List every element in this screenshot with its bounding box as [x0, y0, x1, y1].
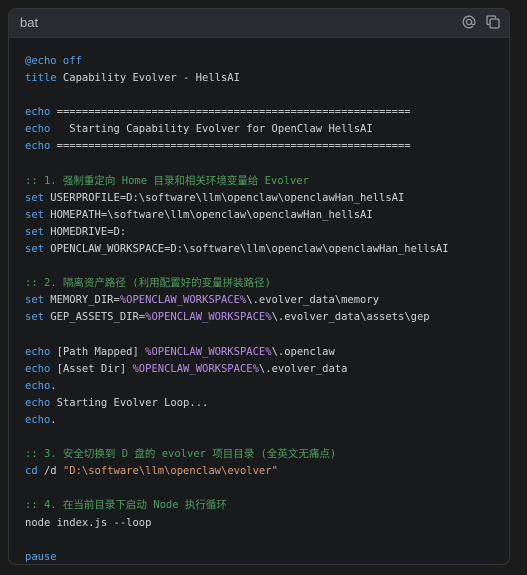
- code-token-var: %OPENCLAW_WORKSPACE%: [145, 345, 272, 358]
- code-token-cmt: :: 3. 安全切换到 D 盘的 evolver 项目目录 (全英文无痛点): [25, 448, 337, 461]
- code-line: echo.: [25, 378, 499, 395]
- code-block: bat @echo off title Capability Evolver - …: [8, 8, 510, 565]
- code-line: :: 4. 在当前目录下启动 Node 执行循环: [25, 497, 499, 514]
- code-line: :: 1. 强制重定向 Home 目录和相关环境变量给 Evolver: [25, 173, 499, 190]
- code-token-kw: echo: [25, 106, 51, 119]
- code-token-plain: HOMEPATH=\software\llm\openclaw\openclaw…: [43, 208, 373, 221]
- code-token-var: %OPENCLAW_WORKSPACE%: [145, 311, 272, 324]
- code-token-kw: title: [25, 72, 57, 85]
- code-token-cmt: :: 2. 隔离资产路径 (利用配置好的变量拼装路径): [25, 277, 271, 290]
- code-content[interactable]: @echo off title Capability Evolver - Hell…: [25, 53, 499, 564]
- code-token-kw: echo: [25, 413, 51, 426]
- code-token-kw: echo: [25, 123, 51, 136]
- copy-icon[interactable]: [485, 14, 501, 30]
- code-line: echo [Asset Dir] %OPENCLAW_WORKSPACE%\.e…: [25, 361, 499, 378]
- code-token-plain: USERPROFILE=D:\software\llm\openclaw\ope…: [43, 191, 405, 204]
- code-token-plain: Capability Evolver - HellsAI: [56, 72, 240, 85]
- code-block-actions: [461, 14, 501, 30]
- code-line: echo Starting Evolver Loop...: [25, 395, 499, 412]
- code-token-plain: .: [50, 413, 57, 426]
- code-line: :: 2. 隔离资产路径 (利用配置好的变量拼装路径): [25, 275, 499, 292]
- code-line: pause: [25, 549, 499, 564]
- code-token-plain: ========================================…: [50, 140, 411, 153]
- code-line: set MEMORY_DIR=%OPENCLAW_WORKSPACE%\.evo…: [25, 292, 499, 309]
- code-token-cmt: :: 4. 在当前目录下启动 Node 执行循环: [25, 499, 227, 512]
- code-token-str: "D:\software\llm\openclaw\evolver": [62, 465, 278, 478]
- at-sign-icon[interactable]: [461, 14, 477, 30]
- code-line: set HOMEPATH=\software\llm\openclaw\open…: [25, 207, 499, 224]
- code-token-plain: HOMEDRIVE=D:: [43, 225, 127, 238]
- code-token-kw: set: [25, 208, 44, 221]
- code-token-plain: Starting Evolver Loop...: [50, 396, 209, 409]
- code-token-plain: \.evolver_data: [258, 362, 348, 375]
- code-line: node index.js --loop: [25, 515, 499, 532]
- code-token-plain: \.evolver_data\memory: [246, 294, 380, 307]
- code-token-plain: GEP_ASSETS_DIR=: [43, 311, 146, 324]
- code-token-plain: MEMORY_DIR=: [43, 294, 120, 307]
- code-line: set GEP_ASSETS_DIR=%OPENCLAW_WORKSPACE%\…: [25, 309, 499, 326]
- code-line: echo.: [25, 412, 499, 429]
- code-line: set USERPROFILE=D:\software\llm\openclaw…: [25, 190, 499, 207]
- code-token-plain: OPENCLAW_WORKSPACE=D:\software\llm\openc…: [43, 243, 449, 256]
- code-line: set OPENCLAW_WORKSPACE=D:\software\llm\o…: [25, 241, 499, 258]
- code-token-kw: set: [25, 311, 44, 324]
- code-token-kw: set: [25, 191, 44, 204]
- code-token-kw: pause: [25, 550, 57, 563]
- code-line: @echo off: [25, 53, 499, 70]
- code-token-plain: [Path Mapped]: [50, 345, 146, 358]
- code-token-kw: echo: [25, 396, 51, 409]
- code-token-plain: \.evolver_data\assets\gep: [271, 311, 430, 324]
- code-token-kw: echo: [25, 140, 51, 153]
- code-token-plain: ========================================…: [50, 106, 411, 119]
- code-token-kw: echo: [25, 379, 51, 392]
- code-token-plain: /d: [37, 465, 63, 478]
- code-token-kw: set: [25, 294, 44, 307]
- code-token-kw: @echo off: [25, 55, 82, 67]
- code-token-kw: set: [25, 243, 44, 256]
- code-token-var: %OPENCLAW_WORKSPACE%: [119, 294, 247, 307]
- code-token-plain: \.openclaw: [271, 345, 335, 358]
- code-token-plain: Starting Capability Evolver for OpenClaw…: [50, 123, 373, 136]
- code-line: echo ===================================…: [25, 138, 499, 155]
- code-line: set HOMEDRIVE=D:: [25, 224, 499, 241]
- code-token-kw: echo: [25, 345, 51, 358]
- code-line: title Capability Evolver - HellsAI: [25, 70, 499, 87]
- code-token-plain: [Asset Dir]: [50, 362, 133, 375]
- code-line: :: 3. 安全切换到 D 盘的 evolver 项目目录 (全英文无痛点): [25, 446, 499, 463]
- code-line: cd /d "D:\software\llm\openclaw\evolver": [25, 463, 499, 480]
- code-token-kw: echo: [25, 362, 51, 375]
- code-line: echo [Path Mapped] %OPENCLAW_WORKSPACE%\…: [25, 344, 499, 361]
- code-token-kw: cd: [25, 465, 38, 478]
- code-token-cmt: :: 1. 强制重定向 Home 目录和相关环境变量给 Evolver: [25, 174, 309, 187]
- code-block-header: bat: [9, 9, 509, 38]
- code-token-plain: node index.js --loop: [25, 516, 152, 529]
- code-token-kw: set: [25, 225, 44, 238]
- code-token-plain: .: [50, 379, 57, 392]
- language-label: bat: [20, 15, 39, 30]
- code-line: echo Starting Capability Evolver for Ope…: [25, 121, 499, 138]
- code-token-var: %OPENCLAW_WORKSPACE%: [132, 362, 259, 375]
- code-line: echo ===================================…: [25, 104, 499, 121]
